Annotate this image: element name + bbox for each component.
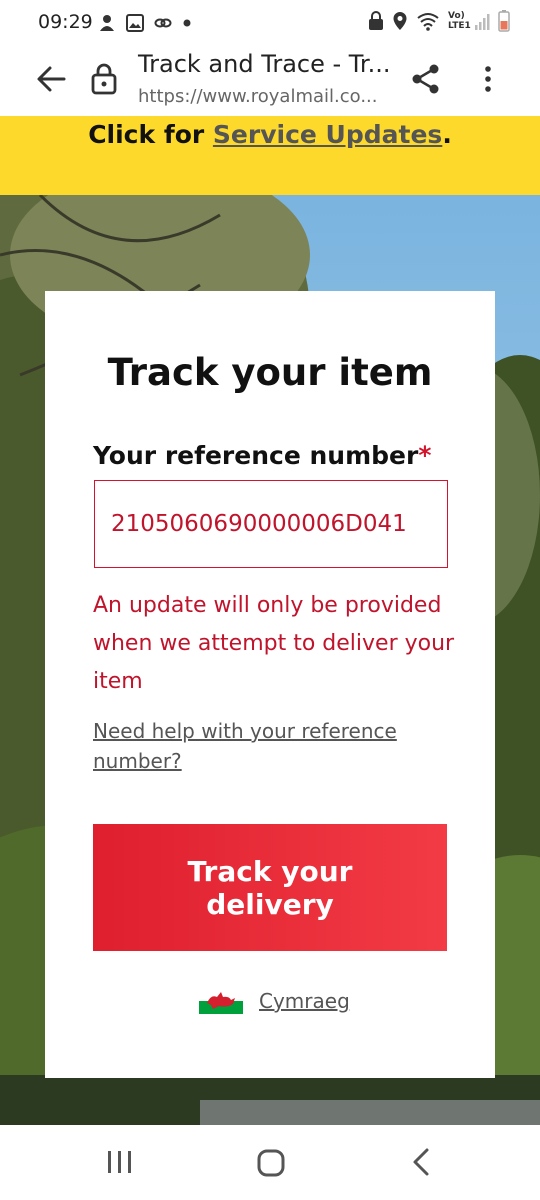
track-delivery-button[interactable]: Track your delivery — [93, 824, 447, 951]
button-line-1: Track your — [187, 854, 353, 888]
lte-signal-icon: Vo) LTE1 — [448, 11, 490, 31]
wifi-icon — [417, 13, 439, 31]
error-message: An update will only be provided when we … — [93, 593, 455, 694]
page-title[interactable]: Track and Trace - Tr... — [138, 50, 390, 78]
status-time: 09:29 — [38, 11, 93, 33]
track-card: Track your item Your reference number* A… — [45, 291, 495, 1078]
button-line-2: delivery — [206, 887, 334, 921]
reference-label-text: Your reference number — [93, 441, 419, 470]
status-right-icons: Vo) LTE1 — [368, 10, 510, 32]
nav-back-icon[interactable] — [410, 1147, 432, 1177]
help-reference-link[interactable]: Need help with your reference number? — [93, 716, 413, 776]
gallery-icon — [126, 14, 144, 32]
service-banner: Click for Service Updates. — [0, 116, 540, 195]
battery-icon — [498, 10, 510, 32]
link-icon — [154, 18, 172, 28]
page-url[interactable]: https://www.royalmail.co... — [138, 86, 378, 107]
share-icon[interactable] — [410, 62, 442, 96]
browser-toolbar: Track and Trace - Tr... https://www.roya… — [0, 46, 540, 116]
more-options-icon[interactable] — [478, 62, 498, 96]
notification-icon — [100, 15, 114, 31]
lock-icon — [369, 11, 383, 30]
required-marker: * — [418, 441, 432, 470]
dot-icon — [183, 19, 191, 27]
network-label: Vo) LTE1 — [448, 11, 471, 31]
lock-icon[interactable] — [90, 62, 118, 96]
location-icon — [393, 12, 407, 30]
service-updates-link[interactable]: Service Updates — [213, 120, 442, 149]
signal-bars-icon — [475, 14, 490, 30]
banner-prefix: Click for — [88, 120, 213, 149]
system-nav-bar — [0, 1125, 540, 1200]
status-left-icons — [98, 13, 192, 33]
reference-number-input[interactable] — [94, 480, 448, 568]
welsh-flag-icon — [199, 988, 243, 1014]
welsh-language-link[interactable]: Cymraeg — [199, 988, 350, 1014]
recent-apps-icon[interactable] — [106, 1149, 134, 1175]
banner-suffix: . — [442, 120, 452, 149]
reference-label: Your reference number* — [93, 441, 431, 470]
back-arrow-icon[interactable] — [34, 62, 68, 96]
welsh-language-label[interactable]: Cymraeg — [259, 989, 350, 1013]
status-bar: 09:29 Vo) LTE1 — [0, 0, 540, 46]
card-title: Track your item — [107, 351, 433, 394]
banner-text: Click for Service Updates. — [0, 120, 540, 149]
home-icon[interactable] — [257, 1149, 285, 1177]
